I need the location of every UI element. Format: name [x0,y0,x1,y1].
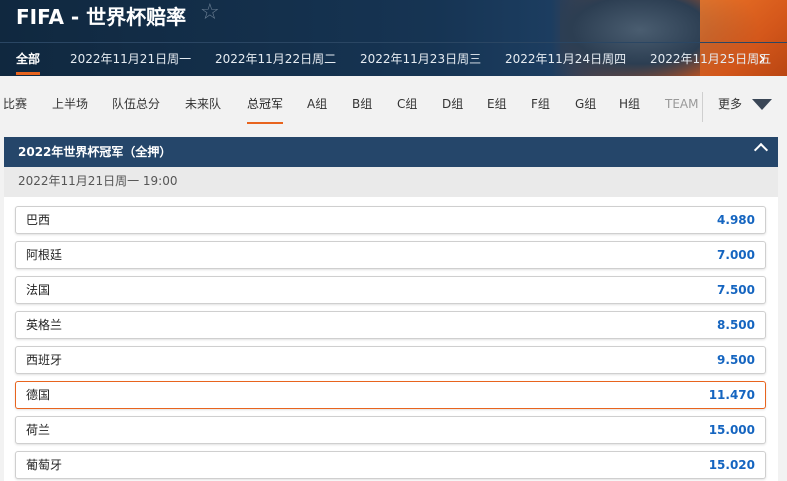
date-tab-nov23[interactable]: 2022年11月23日周三 [360,43,481,76]
tab-group-b[interactable]: B组 [352,84,372,128]
tab-outright-winner[interactable]: 总冠军 [247,84,284,128]
team-name: 荷兰 [26,423,51,437]
odds-row[interactable]: 葡萄牙 15.020 [15,451,766,479]
date-tab-nov24[interactable]: 2022年11月24日周四 [505,43,626,76]
odds-value: 9.500 [717,353,755,367]
divider [702,92,703,122]
tab-group-g[interactable]: G组 [575,84,596,128]
odds-value: 7.000 [717,248,755,262]
tab-first-half[interactable]: 上半场 [52,84,88,128]
odds-value: 4.980 [717,213,755,227]
date-tab-nov22[interactable]: 2022年11月22日周二 [215,43,336,76]
tab-group-h[interactable]: H组 [619,84,640,128]
odds-value: 7.500 [717,283,755,297]
date-tab-nov21[interactable]: 2022年11月21日周一 [70,43,191,76]
chevron-right-icon[interactable]: › [750,42,774,76]
tab-group-e[interactable]: E组 [487,84,507,128]
team-name: 巴西 [26,213,51,227]
market-title: 2022年世界杯冠军（全押） [18,145,172,159]
event-time-bar: 2022年11月21日周一 19:00 [4,167,778,197]
chevron-up-icon[interactable] [753,142,769,158]
odds-row-selected[interactable]: 德国 11.470 [15,381,766,409]
odds-row[interactable]: 巴西 4.980 [15,206,766,234]
chevron-down-icon[interactable] [752,99,772,110]
tab-group-d[interactable]: D组 [442,84,463,128]
odds-value: 8.500 [717,318,755,332]
date-tab-all[interactable]: 全部 [16,43,41,76]
odds-row[interactable]: 荷兰 15.000 [15,416,766,444]
tab-group-a[interactable]: A组 [307,84,327,128]
tab-matches[interactable]: 比赛 [3,84,27,128]
team-name: 德国 [26,388,51,402]
date-tab-bar: 全部 2022年11月21日周一 2022年11月22日周二 2022年11月2… [0,42,787,76]
team-name: 阿根廷 [26,248,63,262]
odds-value: 15.000 [708,423,755,437]
team-name: 英格兰 [26,318,63,332]
odds-row[interactable]: 阿根廷 7.000 [15,241,766,269]
page-header: FIFA - 世界杯赔率 ☆ 全部 2022年11月21日周一 2022年11月… [0,0,787,76]
team-name: 葡萄牙 [26,458,63,472]
odds-row[interactable]: 英格兰 8.500 [15,311,766,339]
tab-team[interactable]: TEAM [665,84,698,128]
tab-group-c[interactable]: C组 [397,84,417,128]
team-name: 西班牙 [26,353,63,367]
odds-row[interactable]: 法国 7.500 [15,276,766,304]
odds-value: 11.470 [708,388,755,402]
odds-value: 15.020 [708,458,755,472]
more-button[interactable]: 更多 [718,84,742,128]
market-section-header[interactable]: 2022年世界杯冠军（全押） [4,137,778,167]
odds-row[interactable]: 西班牙 9.500 [15,346,766,374]
tab-future-teams[interactable]: 未来队 [185,84,221,128]
tab-team-totals[interactable]: 队伍总分 [112,84,160,128]
market-tab-bar: 比赛 上半场 队伍总分 未来队 总冠军 A组 B组 C组 D组 E组 F组 G组… [0,84,787,128]
event-time: 2022年11月21日周一 19:00 [18,174,178,188]
favorite-star-icon[interactable]: ☆ [200,0,220,26]
team-name: 法国 [26,283,51,297]
tab-group-f[interactable]: F组 [531,84,550,128]
page-title: FIFA - 世界杯赔率 [16,5,187,29]
